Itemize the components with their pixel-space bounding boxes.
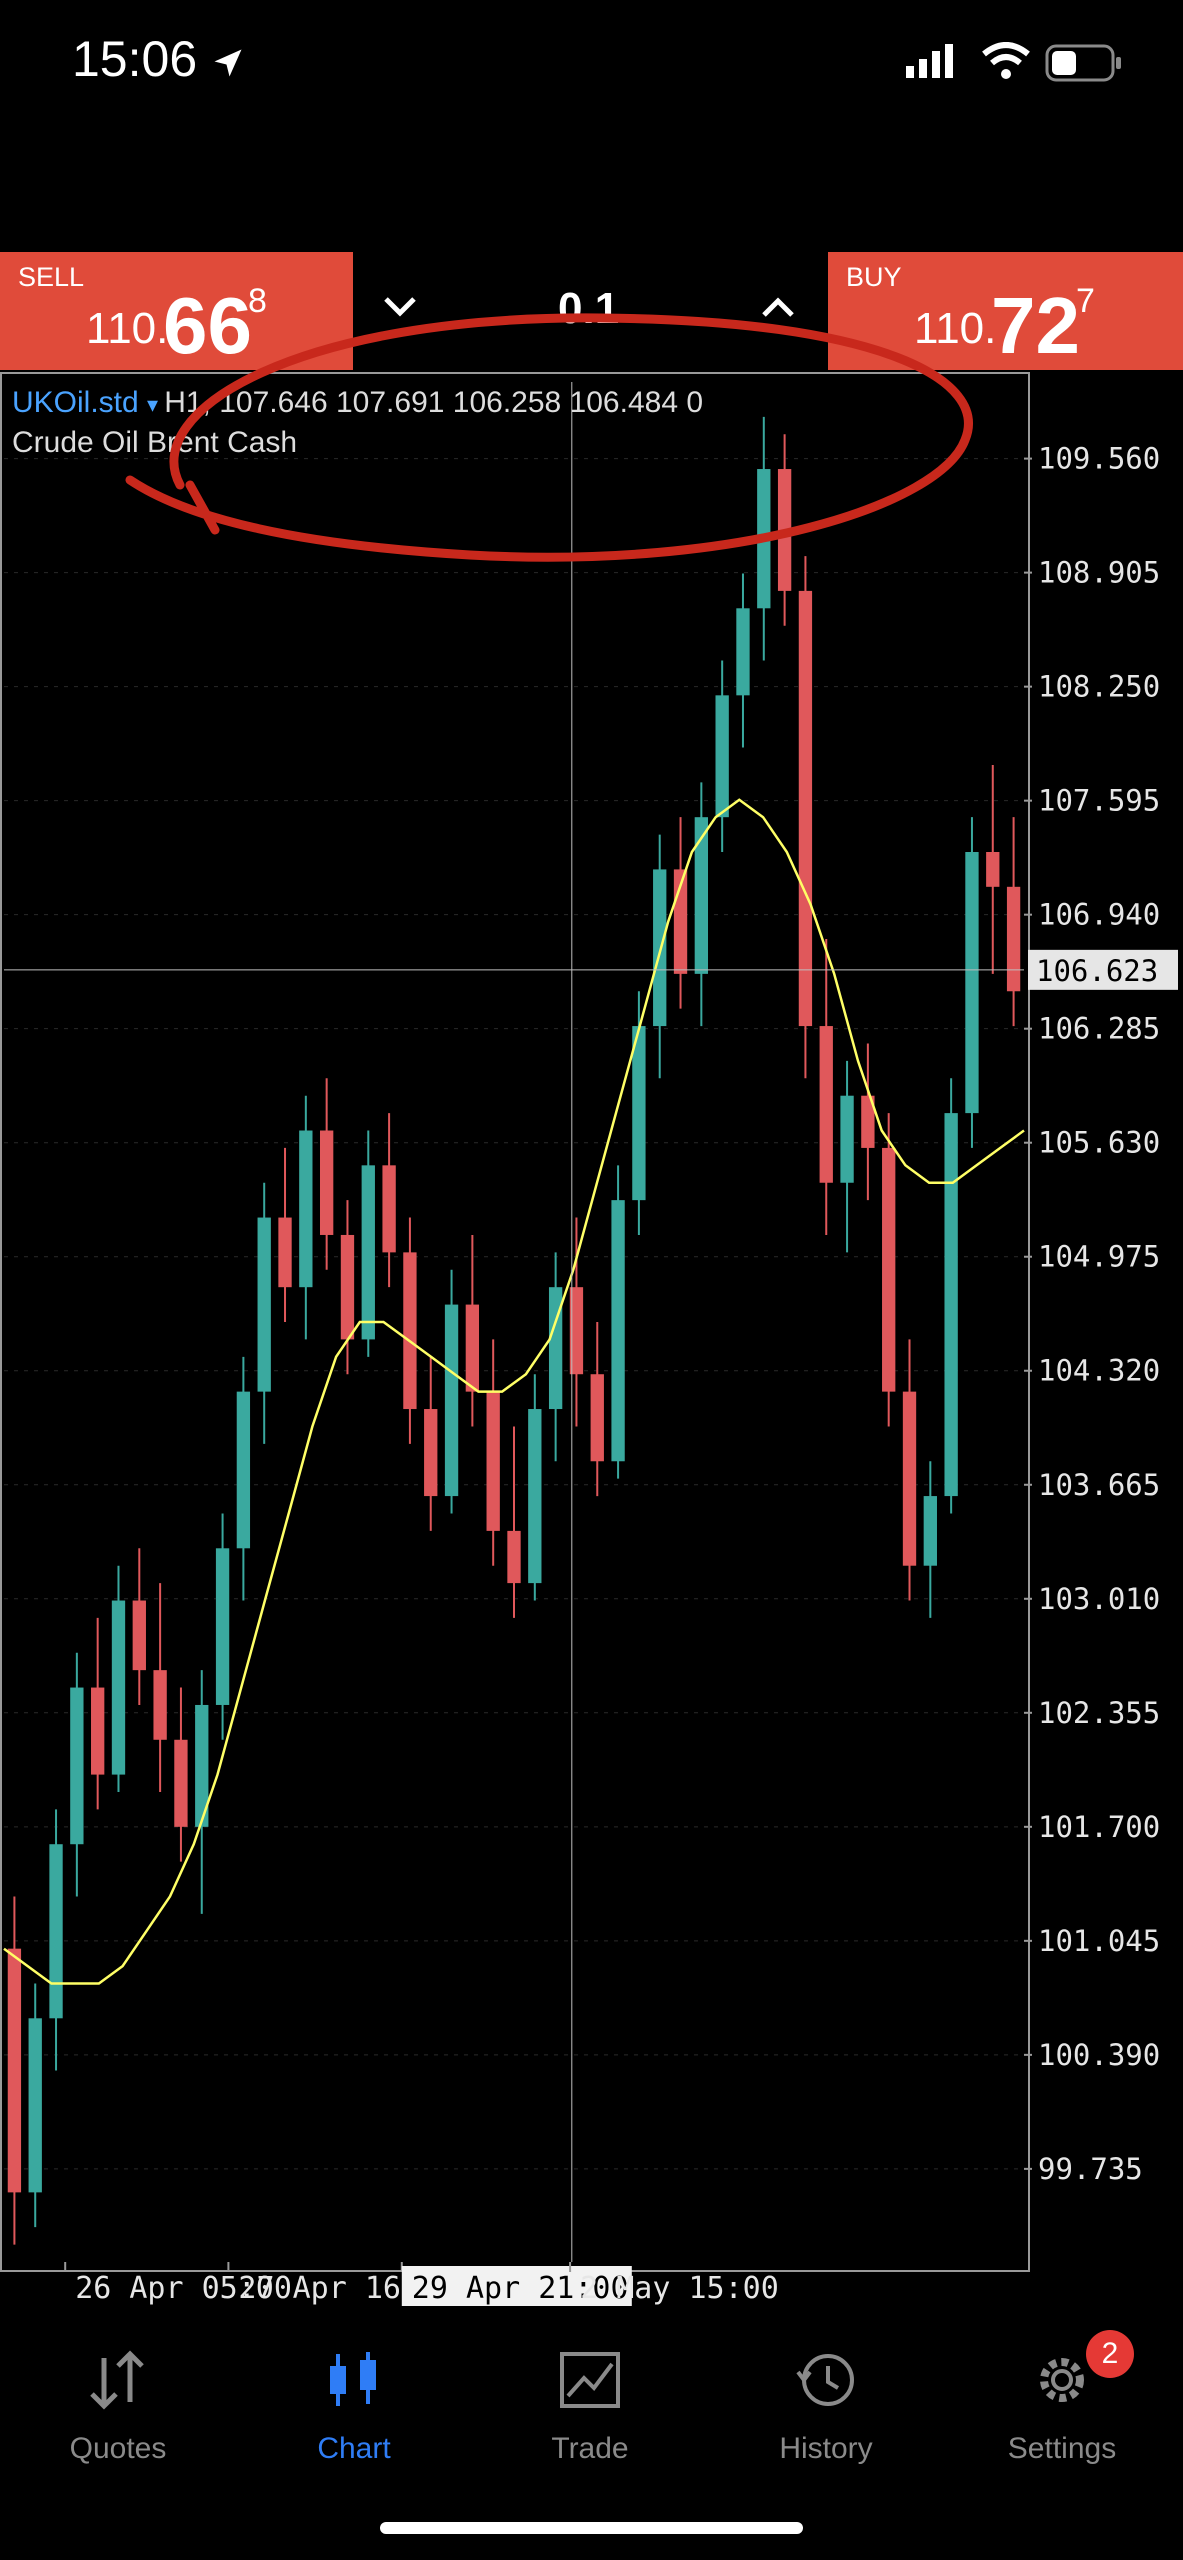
candle-down [902, 1391, 917, 1566]
price-tick-label: 99.735 [1038, 2152, 1143, 2186]
price-tick-label: 106.285 [1038, 1012, 1160, 1046]
candle-down [91, 1687, 105, 1775]
time-tick-label: 2 May 15:00 [580, 2271, 779, 2306]
candle-up [528, 1409, 542, 1584]
candle-up [361, 1165, 375, 1340]
trade-chart-icon [560, 2352, 620, 2408]
crosshair: 106.623 [4, 382, 1178, 2262]
price-tick-label: 109.560 [1038, 442, 1160, 476]
status-time: 15:06 [72, 31, 198, 87]
nav-chart[interactable]: Chart [236, 2350, 472, 2466]
nav-label-settings: Settings [1007, 2432, 1117, 2465]
settings-badge: 2 [1086, 2330, 1134, 2378]
candle-up [49, 1844, 63, 2019]
candle-up [923, 1496, 937, 1566]
chart-toolbar: H1 [0, 130, 1183, 350]
chart-candles-icon [330, 2352, 376, 2406]
price-tick-label: 107.595 [1038, 784, 1160, 818]
candlestick-chart[interactable]: 109.560 108.905 108.250 107.595 106.940 106.2… [0, 372, 1183, 2310]
candle-up [694, 817, 709, 974]
candle-down [319, 1130, 334, 1235]
candle-up [444, 1304, 459, 1497]
candle-down [1006, 886, 1021, 992]
candle-up [111, 1600, 126, 1775]
crosshair-price-label: 106.623 [1036, 954, 1158, 988]
candle-down [882, 1147, 896, 1392]
annotation-ellipse [125, 313, 973, 562]
candle-up [653, 869, 667, 1027]
price-tick-label: 105.630 [1038, 1126, 1160, 1160]
cellular-signal-icon [906, 44, 953, 78]
candle-down [403, 1252, 417, 1410]
candle-up [28, 2018, 42, 2193]
price-tick-label: 103.010 [1038, 1582, 1160, 1616]
price-tick-label: 106.940 [1038, 898, 1160, 932]
price-tick-label: 104.320 [1038, 1354, 1160, 1388]
nav-history[interactable]: History [708, 2350, 944, 2466]
candles [7, 416, 1021, 2245]
price-axis: 109.560 108.905 108.250 107.595 106.940 106.2… [1024, 442, 1160, 2186]
candle-up [944, 1113, 958, 1497]
buy-label: BUY [846, 262, 902, 292]
candle-up [215, 1548, 230, 1705]
candle-down [153, 1670, 167, 1740]
moving-average-line [3, 798, 1025, 1985]
candle-up [236, 1391, 251, 1549]
home-indicator [380, 2522, 803, 2534]
price-tick-label: 101.700 [1038, 1810, 1160, 1844]
price-tick-label: 108.250 [1038, 670, 1160, 704]
nav-settings[interactable]: Settings [944, 2350, 1180, 2466]
quotes-arrows-icon [90, 2350, 144, 2410]
price-tick-label: 102.355 [1038, 1696, 1160, 1730]
price-tick-label: 101.045 [1038, 1924, 1160, 1958]
candle-down [174, 1739, 188, 1827]
candle-up [299, 1130, 313, 1288]
candle-up [965, 852, 979, 1114]
candle-down [340, 1234, 355, 1340]
candle-down [382, 1165, 396, 1253]
nav-label-quotes: Quotes [69, 2432, 167, 2465]
candle-up [736, 608, 750, 696]
candle-up [611, 1200, 625, 1462]
candle-down [819, 1026, 833, 1183]
nav-label-history: History [779, 2432, 873, 2465]
candle-down [465, 1304, 480, 1392]
nav-label-trade: Trade [551, 2432, 629, 2465]
candle-up [257, 1217, 271, 1392]
buy-price-sup: 7 [1076, 282, 1095, 320]
price-tick-label: 104.975 [1038, 1240, 1160, 1274]
candle-down [507, 1530, 521, 1584]
price-tick-label: 108.905 [1038, 556, 1160, 590]
candle-down [132, 1600, 146, 1671]
candle-down [7, 1948, 22, 2193]
nav-label-chart: Chart [317, 2432, 391, 2465]
candle-down [590, 1374, 604, 1462]
candle-down [486, 1391, 500, 1531]
battery-icon [1045, 44, 1121, 82]
sell-label: SELL [18, 262, 85, 292]
status-bar: 15:06 [0, 0, 1183, 130]
buy-price-big: 72 [991, 281, 1080, 370]
chart-grid [4, 458, 1024, 2170]
price-tick-label: 100.390 [1038, 2038, 1160, 2072]
candle-up [70, 1687, 84, 1845]
nav-trade[interactable]: Trade [472, 2350, 708, 2466]
time-axis: 26 Apr 05:0027 Apr 16:0029 Apr 21:002 Ma… [64, 2262, 779, 2306]
location-arrow-icon [214, 49, 242, 77]
wifi-icon [982, 42, 1030, 79]
settings-gear-icon [1040, 2358, 1084, 2402]
candle-up [840, 1095, 854, 1183]
price-tick-label: 103.665 [1038, 1468, 1160, 1502]
candle-down [424, 1409, 438, 1497]
history-clock-icon [796, 2354, 854, 2406]
candle-down [986, 852, 1000, 887]
candle-up [632, 1026, 646, 1201]
candle-down [798, 590, 813, 1027]
nav-quotes[interactable]: Quotes [0, 2350, 236, 2466]
candle-down [278, 1217, 292, 1288]
candle-up [715, 695, 729, 818]
